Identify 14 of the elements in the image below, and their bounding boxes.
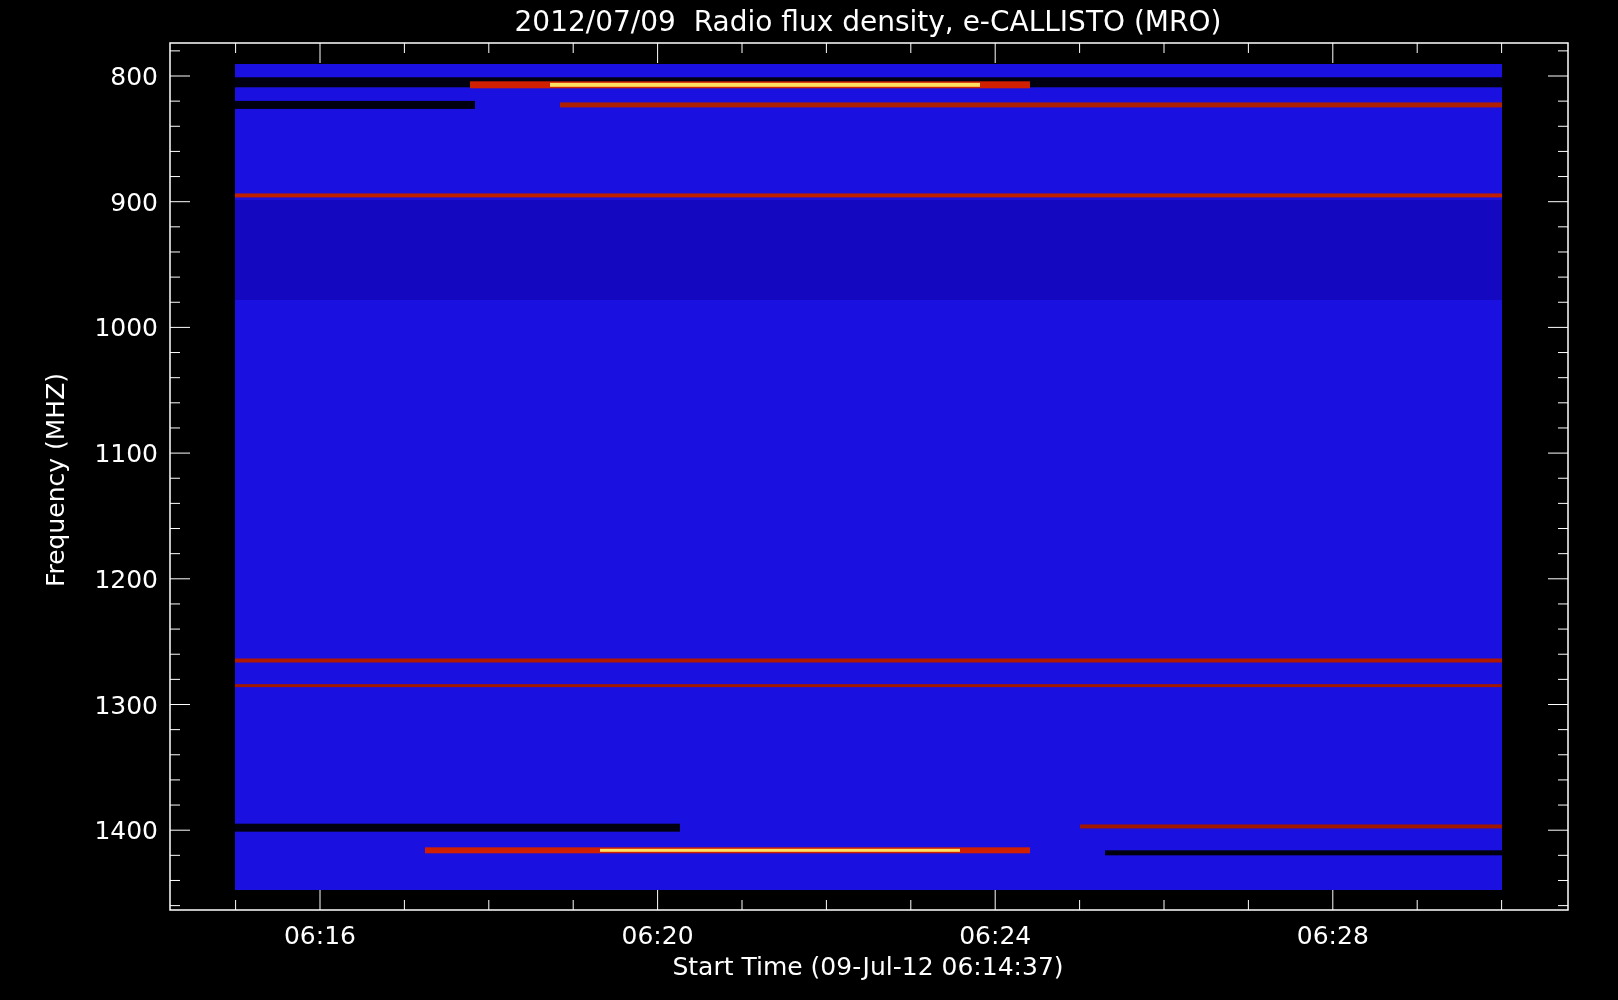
x-tick-label: 06:20	[621, 921, 694, 950]
x-tick-label: 06:28	[1296, 921, 1369, 950]
y-tick-label: 1200	[94, 564, 158, 594]
plot-title: 2012/07/09 Radio flux density, e-CALLISTO (MRO)	[514, 5, 1222, 38]
x-axis-label: Start Time (09-Jul-12 06:14:37)	[672, 952, 1064, 981]
x-tick-label: 06:16	[284, 921, 356, 950]
y-tick-label: 900	[110, 187, 158, 217]
y-axis-label: Frequency (MHZ)	[41, 372, 70, 588]
y-tick-label: 1300	[94, 690, 158, 720]
y-tick-label: 800	[110, 62, 158, 91]
y-tick-label: 1000	[94, 313, 158, 343]
y-tick-label: 1100	[94, 439, 158, 469]
x-tick-label: 06:24	[959, 921, 1032, 950]
y-tick-label: 1400	[94, 816, 158, 846]
